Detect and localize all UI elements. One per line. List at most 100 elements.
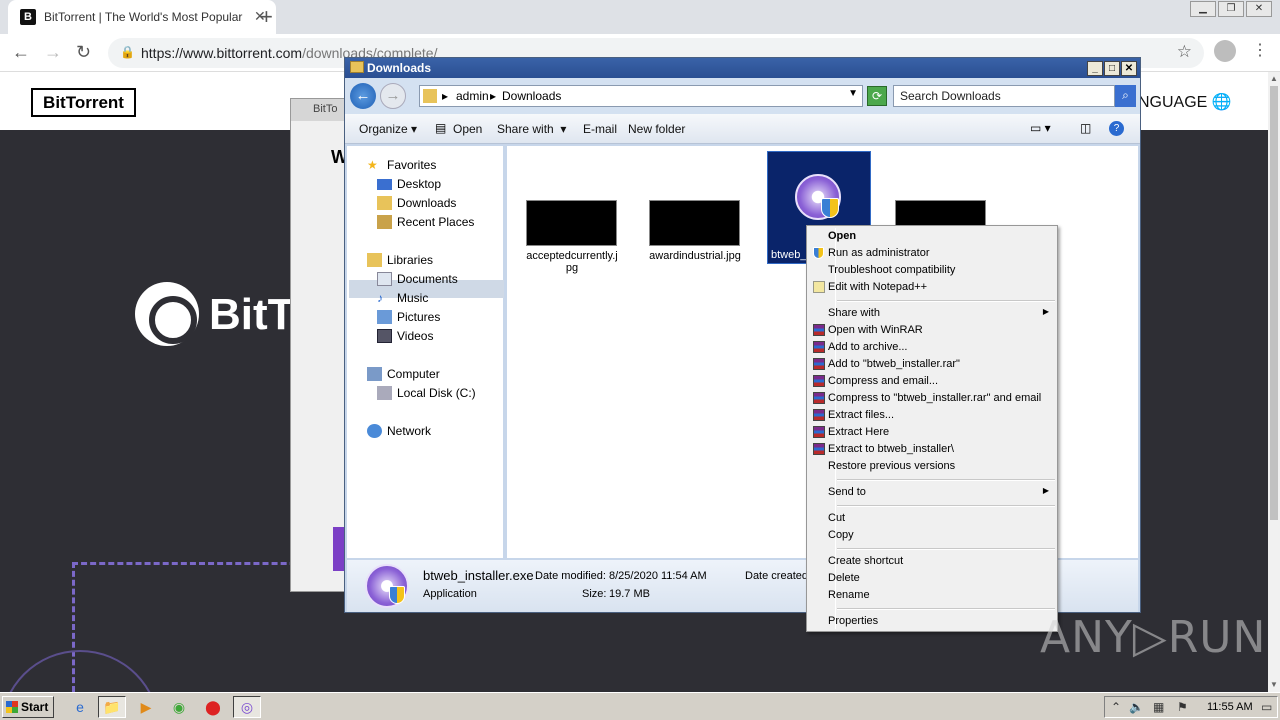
email-button[interactable]: E-mail [583,122,617,136]
language-label: NGUAGE [1138,94,1208,111]
menu-copy[interactable]: Copy [809,527,1055,544]
nav-local-disk-label: Local Disk (C:) [397,386,476,400]
explorer-back-button[interactable]: ← [350,83,376,109]
file-label-awardindustrial[interactable]: awardindustrial.jpg [645,250,745,262]
reload-icon[interactable]: ↻ [76,42,91,63]
internet-explorer-icon[interactable]: e [66,696,94,718]
close-button[interactable]: ✕ [1246,1,1272,17]
windows-flag-icon [6,701,18,713]
help-icon[interactable]: ? [1109,121,1124,136]
view-options-icon[interactable]: ▭ ▾ [1030,121,1051,135]
details-modified-value: 8/25/2020 11:54 AM [609,570,707,582]
opera-icon[interactable]: ⬤ [199,696,227,718]
menu-troubleshoot[interactable]: Troubleshoot compatibility [809,262,1055,279]
menu-compress-to-rar-email[interactable]: Compress to "btweb_installer.rar" and em… [809,390,1055,407]
menu-cut[interactable]: Cut [809,510,1055,527]
menu-share-with[interactable]: Share with ▶ [809,305,1055,322]
language-selector[interactable]: NGUAGE 🌐 [1138,92,1232,112]
profile-avatar[interactable] [1214,40,1236,62]
bittorrent-taskbar-icon[interactable]: ◎ [233,696,261,718]
scroll-down-arrow-icon[interactable]: ▼ [1268,680,1280,689]
explorer-titlebar: Downloads _ □ ✕ [345,58,1140,78]
search-icon[interactable]: ⌕ [1115,85,1136,107]
menu-restore-versions[interactable]: Restore previous versions [809,458,1055,475]
restore-button[interactable]: ❐ [1218,1,1244,17]
show-desktop-icon[interactable]: ▭ [1261,700,1272,714]
taskbar-clock[interactable]: 11:55 AM [1207,701,1253,713]
menu-rename[interactable]: Rename [809,587,1055,604]
volume-icon[interactable]: 🔈 [1129,700,1144,714]
address-dropdown-icon[interactable]: ▼ [848,88,858,99]
bittorrent-favicon-icon: B [20,9,36,25]
back-arrow-icon[interactable]: ← [12,42,30,63]
menu-edit-notepad[interactable]: Edit with Notepad++ [809,279,1055,296]
forward-arrow-icon[interactable]: → [44,42,62,63]
organize-button[interactable]: Organize ▾ [359,122,417,136]
nav-network-label: Network [387,424,432,438]
browser-tab[interactable]: B BitTorrent | The World's Most Popular … [8,0,276,34]
menu-compress-email[interactable]: Compress and email... [809,373,1055,390]
explorer-maximize-button[interactable]: □ [1104,61,1120,76]
explorer-address-row: ← → ▸ admin ▸ Downloads ▼ ⟳ Search Downl… [345,78,1140,114]
menu-open-winrar[interactable]: Open with WinRAR [809,322,1055,339]
scroll-up-arrow-icon[interactable]: ▲ [1268,74,1280,83]
explorer-minimize-button[interactable]: _ [1087,61,1103,76]
disk-icon [377,386,392,400]
menu-run-as-admin[interactable]: Run as administrator [809,245,1055,262]
explorer-search-input[interactable]: Search Downloads [893,85,1115,107]
site-logo[interactable]: BitTorrent [31,88,136,117]
winrar-icon [813,443,825,455]
menu-create-shortcut[interactable]: Create shortcut [809,553,1055,570]
menu-restore-label: Restore previous versions [828,460,956,472]
breadcrumb-downloads[interactable]: Downloads [502,89,561,103]
breadcrumb-admin[interactable]: admin [456,89,489,103]
bookmark-star-icon[interactable]: ☆ [1177,42,1192,62]
details-size-label: Size: [582,588,607,600]
explorer-address-box[interactable]: ▸ admin ▸ Downloads ▼ [419,85,863,107]
uac-shield-icon [813,247,824,259]
explorer-close-button[interactable]: ✕ [1121,61,1137,76]
menu-delete[interactable]: Delete [809,570,1055,587]
start-label: Start [21,700,49,714]
explorer-taskbar-icon[interactable]: 📁 [98,696,126,718]
file-thumbnail[interactable] [526,200,617,246]
share-with-button[interactable]: Share with ▾ [497,122,566,136]
media-player-icon[interactable]: ▶ [132,696,160,718]
menu-extract-here[interactable]: Extract Here [809,424,1055,441]
new-folder-button[interactable]: New folder [628,122,685,136]
menu-send-to[interactable]: Send to ▶ [809,484,1055,501]
chrome-icon[interactable]: ◉ [165,696,193,718]
breadcrumb-chevron-icon[interactable]: ▸ [442,89,448,103]
menu-add-to-rar-label: Add to "btweb_installer.rar" [828,358,960,370]
winrar-icon [813,375,825,387]
menu-open-winrar-label: Open with WinRAR [828,324,923,336]
nav-documents-label: Documents [397,272,458,286]
menu-properties[interactable]: Properties [809,613,1055,630]
start-button[interactable]: Start [2,696,54,718]
open-button[interactable]: Open [453,122,482,136]
tray-expand-icon[interactable]: ⌃ [1111,700,1121,714]
breadcrumb-chevron-icon[interactable]: ▸ [490,89,496,103]
menu-open[interactable]: Open [809,228,1055,245]
minimize-button[interactable]: ▁ [1190,1,1216,17]
file-thumbnail[interactable] [649,200,740,246]
preview-pane-icon[interactable]: ◫ [1080,121,1091,135]
page-scrollbar-thumb[interactable] [1270,86,1278,520]
menu-extract-to[interactable]: Extract to btweb_installer\ [809,441,1055,458]
menu-extract-to-label: Extract to btweb_installer\ [828,443,954,455]
action-center-flag-icon[interactable]: ⚑ [1177,700,1188,714]
explorer-forward-button[interactable]: → [380,83,406,109]
new-tab-button[interactable]: + [260,4,273,30]
menu-kebab-icon[interactable]: ⋮ [1252,40,1268,60]
menu-extract-files[interactable]: Extract files... [809,407,1055,424]
explorer-command-bar: Organize ▾ ▤ Open Share with ▾ E-mail Ne… [345,114,1140,144]
file-label-acceptedcurrently[interactable]: acceptedcurrently.j pg [522,250,622,274]
file1-name-line2: pg [565,262,579,274]
documents-icon [377,272,392,286]
file1-name-line1: acceptedcurrently.j [526,250,618,262]
details-type: Application [423,588,477,600]
menu-add-archive[interactable]: Add to archive... [809,339,1055,356]
network-tray-icon[interactable]: ▦ [1153,700,1164,714]
menu-add-to-rar[interactable]: Add to "btweb_installer.rar" [809,356,1055,373]
refresh-icon[interactable]: ⟳ [867,86,887,106]
